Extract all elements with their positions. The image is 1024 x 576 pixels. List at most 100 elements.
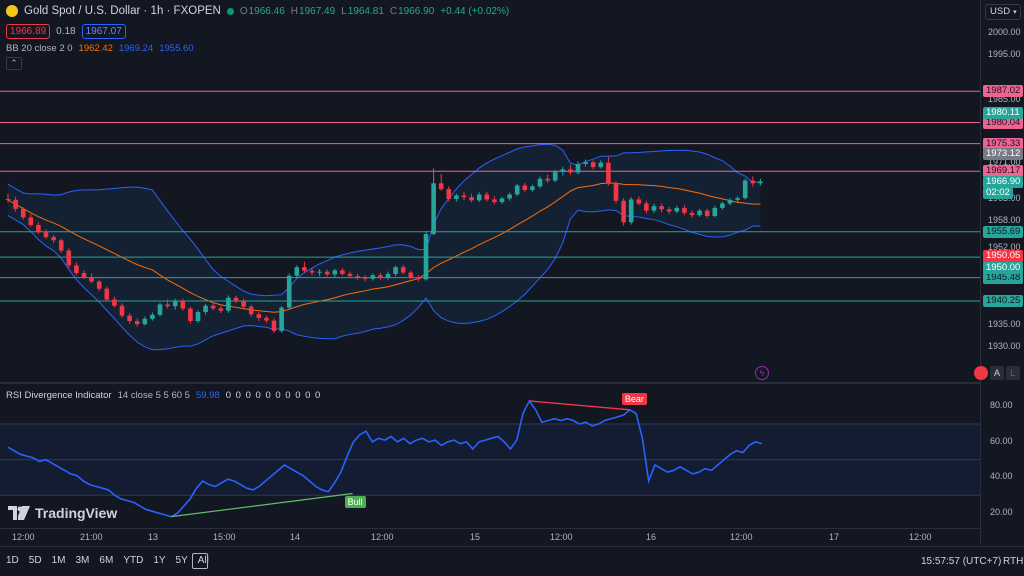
time-tick: 15 bbox=[470, 532, 481, 542]
clock-time[interactable]: 15:57:57 (UTC+7) bbox=[921, 556, 1001, 567]
candle-body bbox=[355, 276, 360, 278]
candle-body bbox=[271, 320, 277, 331]
bollinger-bands bbox=[7, 143, 761, 351]
range-button-5y[interactable]: 5Y bbox=[176, 555, 188, 566]
currency-label: USD bbox=[990, 6, 1011, 17]
alert-icon[interactable] bbox=[974, 366, 988, 380]
candle-body bbox=[317, 271, 322, 273]
rth-toggle[interactable]: RTH bbox=[1003, 556, 1023, 567]
candle-body bbox=[446, 189, 452, 199]
sell-price-button[interactable]: 1966.89 bbox=[6, 24, 51, 39]
axis-badge: 1950.05 bbox=[983, 250, 1024, 262]
auto-scale-button[interactable]: A bbox=[990, 366, 1004, 380]
axis-badge: 1950.00 bbox=[983, 262, 1024, 274]
bb-indicator-label[interactable]: BB 20 close 2 0 bbox=[6, 43, 73, 54]
rsi-tick: 20.00 bbox=[990, 507, 1013, 518]
ohlc-o-key: O bbox=[239, 5, 248, 17]
candle-body bbox=[172, 300, 178, 307]
range-button-1m[interactable]: 1M bbox=[52, 555, 66, 566]
range-button-1d[interactable]: 1D bbox=[6, 555, 19, 566]
rsi-tick: 60.00 bbox=[990, 435, 1013, 446]
candle-body bbox=[408, 272, 414, 278]
time-tick: 15:00 bbox=[213, 532, 236, 542]
bb-basis-value: 1962.42 bbox=[78, 43, 113, 54]
ohlc-h-key: H bbox=[290, 5, 299, 17]
candle-body bbox=[226, 297, 231, 311]
candle-body bbox=[590, 162, 596, 168]
candle-body bbox=[545, 178, 550, 181]
range-button-1y[interactable]: 1Y bbox=[153, 555, 165, 566]
bull-label: Bull bbox=[344, 495, 366, 508]
time-tick: 12:00 bbox=[550, 532, 573, 542]
candle-body bbox=[233, 297, 239, 301]
candle-body bbox=[180, 300, 186, 309]
candle-body bbox=[484, 194, 490, 200]
rsi-indicator-label[interactable]: RSI Divergence Indicator bbox=[6, 390, 112, 401]
ohlc-open: 1966.46 bbox=[248, 5, 285, 17]
candle-body bbox=[127, 315, 132, 322]
price-tick: 1995.00 bbox=[988, 49, 1021, 60]
time-axis[interactable]: 12:00 21:00 13 15:00 14 12:00 15 12:00 16 12:00 17… bbox=[0, 528, 980, 545]
price-tick: 1958.00 bbox=[988, 215, 1021, 226]
spread-value: 0.18 bbox=[56, 26, 76, 37]
rsi-params: 14 close 5 5 60 5 bbox=[117, 390, 190, 401]
gold-symbol-icon bbox=[6, 5, 18, 17]
candle-body bbox=[188, 308, 193, 322]
tradingview-logo: TradingView bbox=[8, 505, 117, 521]
candle-body bbox=[347, 273, 353, 277]
range-button-ytd[interactable]: YTD bbox=[123, 555, 143, 566]
range-button-6m[interactable]: 6M bbox=[99, 555, 113, 566]
candle-body bbox=[423, 233, 429, 280]
candle-body bbox=[385, 273, 391, 278]
bear-divergence-line bbox=[529, 400, 630, 411]
candle-body bbox=[51, 237, 56, 241]
candle-body bbox=[332, 270, 338, 275]
symbol-title[interactable]: Gold Spot / U.S. Dollar · 1h · FXOPEN bbox=[24, 5, 221, 17]
candle-body bbox=[712, 207, 718, 217]
candle-body bbox=[651, 206, 657, 211]
ohlc-c-key: C bbox=[389, 5, 398, 17]
candle-body bbox=[560, 169, 566, 173]
candle-body bbox=[674, 207, 680, 212]
ohlc-l-key: L bbox=[341, 5, 347, 17]
candle-body bbox=[689, 212, 695, 216]
candle-body bbox=[568, 169, 573, 173]
bb-legend: BB 20 close 2 0 1962.42 1969.24 1955.60 bbox=[6, 43, 194, 54]
ohlc-close: 1966.90 bbox=[398, 5, 435, 17]
price-chart-canvas[interactable] bbox=[0, 0, 980, 545]
candle-body bbox=[324, 271, 330, 275]
time-tick: 12:00 bbox=[12, 532, 35, 542]
currency-dropdown[interactable]: USD ▾ bbox=[985, 4, 1021, 20]
candle-body bbox=[13, 199, 18, 209]
range-button-3m[interactable]: 3M bbox=[76, 555, 90, 566]
collapse-legend-chevron-icon[interactable]: ⌃ bbox=[6, 57, 22, 70]
candle-body bbox=[150, 314, 155, 319]
range-button-5d[interactable]: 5D bbox=[29, 555, 42, 566]
candle-body bbox=[552, 172, 558, 181]
bull-divergence-line bbox=[171, 492, 353, 518]
buy-price-button[interactable]: 1967.07 bbox=[81, 24, 126, 39]
candle-body bbox=[659, 206, 664, 210]
lightning-icon[interactable]: ϟ bbox=[755, 366, 769, 380]
log-scale-button[interactable]: L bbox=[1006, 366, 1020, 380]
rsi-tick: 80.00 bbox=[990, 400, 1013, 411]
calendar-icon[interactable] bbox=[192, 553, 208, 569]
price-axis[interactable]: USD▾ 2000.001995.001985.001980.001975.00… bbox=[980, 0, 1024, 545]
candle-body bbox=[507, 194, 512, 199]
time-tick: 14 bbox=[290, 532, 301, 542]
candle-body bbox=[165, 304, 170, 307]
date-range-buttons: 1D 5D 1M 3M 6M YTD 1Y 5Y All bbox=[6, 555, 209, 566]
rsi-plot-values: 0 0 0 0 0 0 0 0 0 0 bbox=[225, 390, 322, 401]
candle-body bbox=[256, 314, 262, 318]
candle-body bbox=[720, 203, 725, 208]
axis-badge: 02:02 bbox=[983, 187, 1013, 199]
time-tick: 17 bbox=[829, 532, 840, 542]
candle-body bbox=[218, 308, 224, 311]
candle-body bbox=[628, 199, 634, 223]
candle-body bbox=[522, 185, 528, 190]
candle-body bbox=[74, 265, 79, 274]
price-line-label: 1955.69 bbox=[983, 225, 1024, 238]
candle-body bbox=[378, 275, 383, 278]
time-tick: 13 bbox=[148, 532, 159, 542]
price-tick: 1935.00 bbox=[988, 318, 1021, 329]
